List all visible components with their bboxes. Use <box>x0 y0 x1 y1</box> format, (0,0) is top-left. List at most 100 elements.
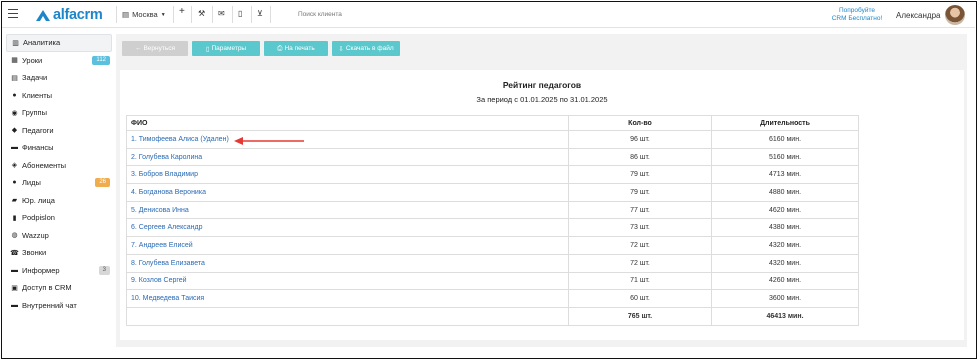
sidebar-item[interactable]: ▮ Podpislon <box>6 209 112 227</box>
table-row: 4. Богданова Вероника 79 шт. 4880 мин. <box>126 183 859 202</box>
teacher-name-cell: 10. Медведева Таисия <box>126 289 569 308</box>
teacher-name-cell: 4. Богданова Вероника <box>126 183 569 202</box>
sidebar-item[interactable]: ▤ Задачи <box>6 69 112 87</box>
sidebar-item[interactable]: ▬ Информер 3 <box>6 262 112 280</box>
sidebar-item-label: Финансы <box>22 143 54 153</box>
total-empty-cell <box>126 306 569 326</box>
sidebar-item[interactable]: ▥ Аналитика <box>6 34 112 52</box>
teacher-link[interactable]: 5. Денисова Инна <box>131 207 189 214</box>
file-icon: ▮ <box>12 214 17 222</box>
menu-icon[interactable] <box>8 9 18 18</box>
divider <box>270 6 271 23</box>
plus-icon[interactable]: + <box>179 7 185 17</box>
building-icon: ▤ <box>122 10 130 19</box>
divider <box>232 6 233 23</box>
download-button[interactable]: ⇩ Скачать в файл <box>332 41 400 56</box>
teacher-link[interactable]: 6. Сергеев Александр <box>131 224 203 231</box>
search-input[interactable]: Поиск клиента <box>298 11 342 18</box>
sidebar: ▥ Аналитика ▦ Уроки 112 ▤ Задачи ● Клиенты ◉ Групп… <box>6 34 112 314</box>
table-row: 3. Бобров Владимир 79 шт. 4713 мин. <box>126 165 859 185</box>
table-row: 8. Голубева Елизавета 72 шт. 4320 мин. <box>126 253 859 273</box>
sidebar-item[interactable]: ● Клиенты <box>6 87 112 105</box>
duration-cell: 4380 мин. <box>711 218 859 238</box>
teacher-link[interactable]: 8. Голубева Елизавета <box>131 260 205 267</box>
total-row: 765 шт. 46413 мин. <box>126 306 859 326</box>
avatar[interactable] <box>945 5 965 25</box>
sidebar-item[interactable]: ▬ Внутренний чат <box>6 297 112 315</box>
sidebar-item-label: Звонки <box>22 248 47 258</box>
count-cell: 79 шт. <box>568 165 712 185</box>
sidebar-item-label: Юр. лица <box>22 195 55 205</box>
file-icon: ▯ <box>205 45 210 53</box>
sidebar-item[interactable]: ▣ Доступ в CRM <box>6 279 112 297</box>
arrow-left-icon: ← <box>134 45 142 52</box>
teacher-link[interactable]: 4. Богданова Вероника <box>131 189 206 196</box>
column-header-name[interactable]: ФИО <box>126 115 569 131</box>
sidebar-item-label: Задачи <box>22 73 48 83</box>
count-cell: 72 шт. <box>568 253 712 273</box>
sidebar-item[interactable]: ▰ Юр. лица <box>6 192 112 210</box>
teacher-link[interactable]: 2. Голубева Каролина <box>131 154 202 161</box>
mobile-icon[interactable]: ▯ <box>238 9 242 19</box>
params-button-label: Параметры <box>211 45 247 52</box>
print-button[interactable]: ⎙ На печать <box>264 41 328 56</box>
teacher-name-cell: 1. Тимофеева Алиса (Удален) <box>126 130 569 149</box>
branch-label: Москва <box>132 10 158 19</box>
teacher-name-cell: 6. Сергеев Александр <box>126 218 569 238</box>
graduation-icon: ◆ <box>11 127 18 135</box>
chat-icon: ▬ <box>11 301 18 309</box>
teacher-name-cell: 2. Голубева Каролина <box>126 147 569 167</box>
sidebar-item-label: Podpislon <box>22 213 55 223</box>
sidebar-item[interactable]: ▦ Уроки 112 <box>6 52 112 70</box>
branch-selector[interactable]: ▤ Москва ▼ <box>122 10 166 19</box>
divider <box>191 6 192 23</box>
bell-icon: ▬ <box>11 266 18 274</box>
column-header-duration[interactable]: Длительность <box>711 115 859 131</box>
teacher-name-cell: 8. Голубева Елизавета <box>126 253 569 273</box>
count-badge: 26 <box>95 178 110 187</box>
teacher-link[interactable]: 7. Андреев Елисей <box>131 242 193 249</box>
user-name[interactable]: Александра <box>896 11 940 20</box>
count-cell: 96 шт. <box>568 130 712 149</box>
count-cell: 79 шт. <box>568 183 712 202</box>
params-button[interactable]: ▯ Параметры <box>192 41 260 56</box>
sidebar-item[interactable]: ◈ Абонементы <box>6 157 112 175</box>
sidebar-item[interactable]: ● Лиды 26 <box>6 174 112 192</box>
sidebar-item-label: Доступ в CRM <box>22 283 72 293</box>
divider <box>251 6 252 23</box>
download-button-label: Скачать в файл <box>345 45 394 52</box>
count-cell: 73 шт. <box>568 218 712 238</box>
sidebar-item-label: Группы <box>22 108 47 118</box>
logo[interactable]: alfacrm <box>35 7 103 23</box>
wrench-icon[interactable]: ⚒ <box>198 9 205 19</box>
duration-cell: 4320 мин. <box>711 236 859 255</box>
sidebar-item-label: Педагоги <box>22 125 54 135</box>
table-row: 10. Медведева Таисия 60 шт. 3600 мин. <box>126 289 859 308</box>
lock-icon: ▣ <box>11 284 18 292</box>
sidebar-item[interactable]: ◆ Педагоги <box>6 122 112 140</box>
whatsapp-icon: ◍ <box>11 232 18 240</box>
table-row: 5. Денисова Инна 77 шт. 4620 мин. <box>126 200 859 220</box>
report-panel: Рейтинг педагогов За период с 01.01.2025… <box>120 70 964 340</box>
sidebar-item-label: Уроки <box>22 55 43 65</box>
sidebar-item-label: Клиенты <box>22 90 53 100</box>
teacher-link[interactable]: 3. Бобров Владимир <box>131 171 198 178</box>
report-toolbar: ← Вернуться ▯ Параметры ⎙ На печать ⇩ Ск… <box>122 41 400 56</box>
sidebar-item[interactable]: ☎ Звонки <box>6 244 112 262</box>
teacher-link[interactable]: 9. Козлов Сергей <box>131 277 187 284</box>
column-header-count[interactable]: Кол-во <box>568 115 712 131</box>
sidebar-item[interactable]: ◍ Wazzup <box>6 227 112 245</box>
back-button[interactable]: ← Вернуться <box>122 41 188 56</box>
report-period: За период с 01.01.2025 по 31.01.2025 <box>476 95 608 104</box>
envelope-icon[interactable]: ✉ <box>218 9 225 19</box>
count-cell: 71 шт. <box>568 271 712 291</box>
teacher-link[interactable]: 10. Медведева Таисия <box>131 295 204 302</box>
teacher-link[interactable]: 1. Тимофеева Алиса (Удален) <box>131 136 229 143</box>
cart-icon[interactable]: ⊻ <box>257 9 263 19</box>
sidebar-item-label: Лиды <box>22 178 41 188</box>
promo-link[interactable]: Попробуйте CRM Бесплатно! <box>825 7 889 23</box>
sidebar-item[interactable]: ◉ Группы <box>6 104 112 122</box>
calendar-icon: ▦ <box>11 57 18 65</box>
sidebar-item[interactable]: ▬ Финансы <box>6 139 112 157</box>
logo-icon <box>36 9 50 21</box>
